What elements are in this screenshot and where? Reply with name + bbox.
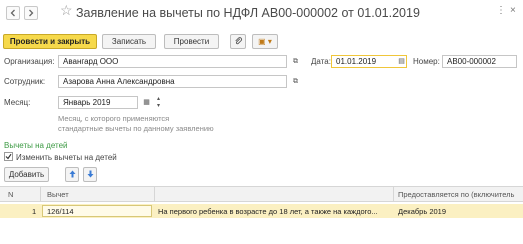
- table-row[interactable]: 1 126/114 На первого ребенка в возрасте …: [0, 204, 523, 218]
- date-label: Дата:: [311, 57, 331, 66]
- move-up-button[interactable]: [65, 167, 79, 182]
- employee-label: Сотрудник:: [4, 77, 46, 86]
- organization-field[interactable]: Авангард ООО: [58, 55, 287, 68]
- post-button[interactable]: Провести: [164, 34, 219, 49]
- month-hint-line2: стандартные вычеты по данному заявлению: [58, 124, 214, 133]
- paperclip-icon: [234, 37, 242, 45]
- deduction-until: Декабрь 2019: [398, 207, 447, 216]
- month-up-icon[interactable]: ▴: [153, 96, 164, 103]
- documents-icon: ▣ ▾: [258, 37, 272, 46]
- change-deductions-label: Изменить вычеты на детей: [16, 153, 117, 162]
- documents-dropdown-button[interactable]: ▣ ▾: [252, 34, 278, 49]
- add-button[interactable]: Добавить: [4, 167, 49, 182]
- month-hint-line1: Месяц, с которого применяются: [58, 114, 170, 123]
- deduction-code: 126/114: [47, 207, 74, 216]
- forward-button[interactable]: [24, 6, 38, 20]
- change-deductions-checkbox[interactable]: [4, 152, 13, 161]
- open-link-icon[interactable]: ⧉: [290, 76, 301, 87]
- checkmark-icon: [5, 153, 12, 160]
- column-n[interactable]: N: [8, 190, 13, 199]
- month-field[interactable]: Январь 2019: [58, 96, 138, 109]
- calendar-icon[interactable]: ▤: [396, 56, 407, 67]
- deduction-description: На первого ребенка в возрасте до 18 лет,…: [158, 207, 378, 216]
- column-deduction[interactable]: Вычет: [47, 190, 69, 199]
- close-icon[interactable]: ×: [510, 5, 516, 16]
- employee-field[interactable]: Азарова Анна Александровна: [58, 75, 287, 88]
- move-down-button[interactable]: [83, 167, 97, 182]
- month-down-icon[interactable]: ▾: [153, 103, 164, 110]
- arrow-up-icon: [69, 170, 75, 178]
- children-deductions-title: Вычеты на детей: [4, 141, 68, 150]
- arrow-right-icon: [29, 9, 34, 17]
- number-field[interactable]: АВ00-000002: [442, 55, 517, 68]
- column-until[interactable]: Предоставляется по (включитель: [398, 190, 514, 199]
- back-button[interactable]: [6, 6, 20, 20]
- open-link-icon[interactable]: ⧉: [290, 56, 301, 67]
- more-icon[interactable]: ⋮: [496, 5, 506, 16]
- deductions-table-header: N Вычет Предоставляется по (включитель: [0, 186, 523, 202]
- calendar-select-icon[interactable]: ▦: [141, 97, 152, 108]
- number-label: Номер:: [413, 57, 440, 66]
- deduction-code-cell[interactable]: 126/114: [42, 205, 152, 217]
- page-title: Заявление на вычеты по НДФЛ АВ00-000002 …: [76, 6, 420, 20]
- save-button[interactable]: Записать: [102, 34, 156, 49]
- month-label: Месяц:: [4, 98, 31, 107]
- arrow-down-icon: [87, 170, 93, 178]
- organization-label: Организация:: [4, 57, 55, 66]
- row-number: 1: [32, 207, 37, 216]
- post-and-close-button[interactable]: Провести и закрыть: [3, 34, 97, 49]
- favorite-star-icon[interactable]: ☆: [60, 3, 73, 17]
- arrow-left-icon: [10, 9, 15, 17]
- attach-button[interactable]: [230, 34, 246, 49]
